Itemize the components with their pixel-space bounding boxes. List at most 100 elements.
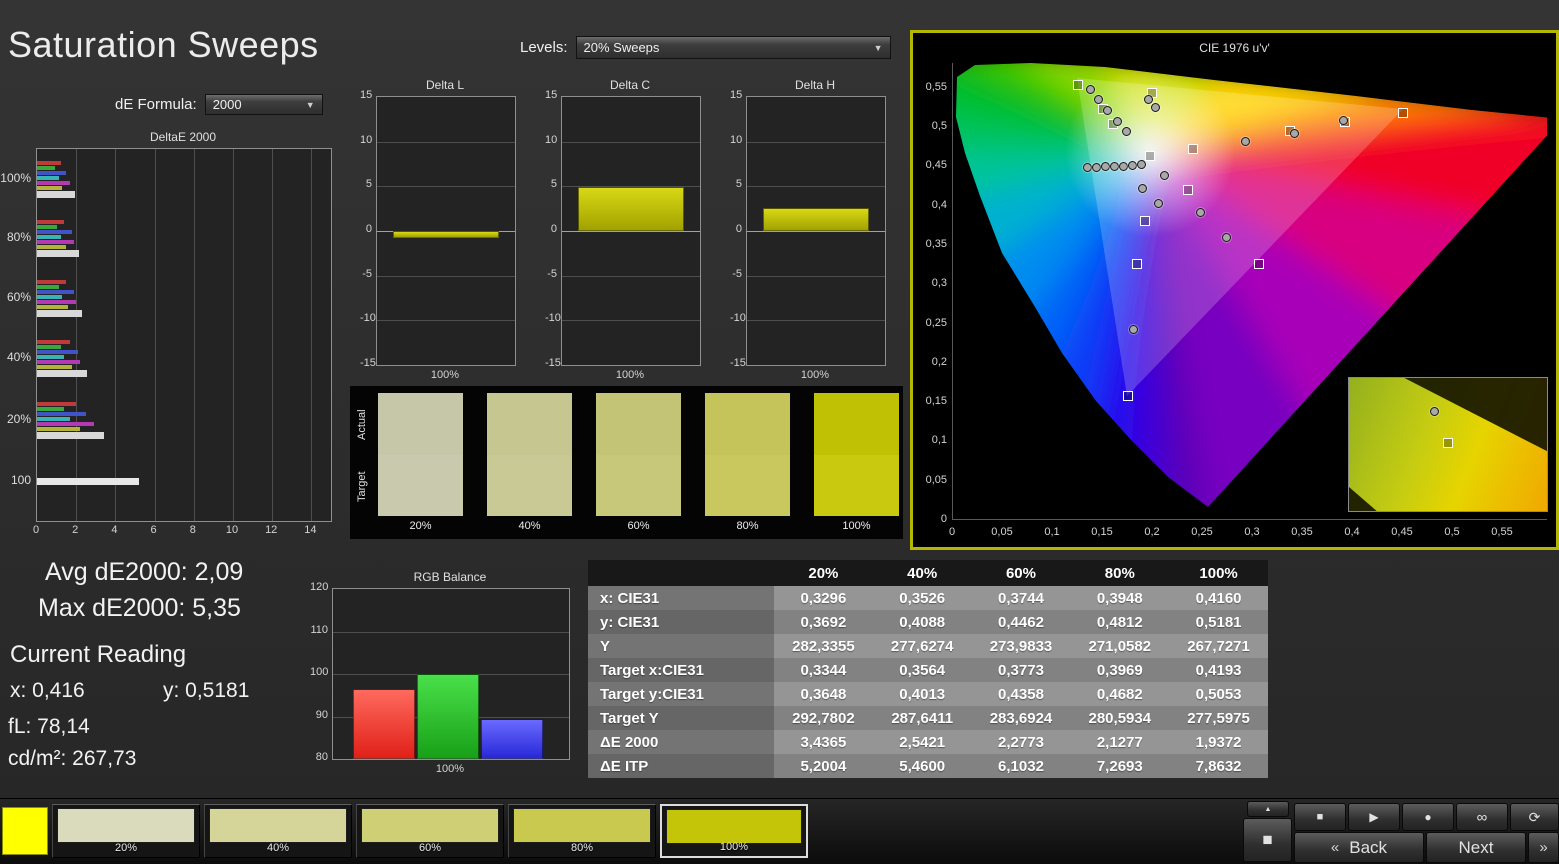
table-row-label: x: CIE31: [588, 586, 774, 610]
saturation-swatch-button-20%[interactable]: 20%: [52, 804, 200, 858]
record-button[interactable]: ●: [1402, 803, 1454, 831]
app-window: Saturation Sweeps dE Formula: 2000 ▼ Lev…: [0, 0, 1559, 864]
chevrons-left-icon: «: [1330, 839, 1340, 856]
y-tick-label: 20%: [6, 412, 31, 426]
back-button[interactable]: « Back: [1294, 832, 1424, 863]
table-cell: 0,3526: [872, 586, 972, 610]
actual-swatch: [487, 393, 572, 455]
swatch-color: [361, 808, 499, 843]
inset-measured-marker: [1430, 407, 1440, 417]
target-marker: [1188, 144, 1198, 154]
de-bar: [37, 360, 81, 364]
target-marker: [1123, 390, 1133, 401]
measured-marker: [1137, 159, 1146, 169]
de-bar: [37, 280, 67, 284]
x-tick-label: 0,4: [1344, 526, 1360, 538]
de-formula-value: 2000: [212, 97, 242, 112]
bottom-toolbar: 20% 40% 60% 80% 100% ▲ ■ ■ ▶ ● ∞ ⟳ « Back Ne…: [0, 798, 1559, 864]
swatch-button-label: 20%: [114, 842, 138, 854]
table-cell: 1,9372: [1169, 730, 1268, 754]
saturation-swatch-button-40%[interactable]: 40%: [204, 804, 352, 858]
y-tick-label: 15: [545, 89, 558, 101]
y-tick-label: -5: [732, 267, 742, 280]
saturation-swatch-button-100%[interactable]: 100%: [660, 804, 808, 858]
table-row: x: CIE31 0,3296 0,3526 0,3744 0,3948 0,4160: [588, 586, 1268, 610]
levels-dropdown[interactable]: 20% Sweeps ▼: [575, 36, 891, 59]
levels-label: Levels:: [520, 39, 568, 56]
actual-swatch: [814, 393, 899, 455]
de-bar: [37, 365, 73, 369]
table-cell: 2,1277: [1070, 730, 1170, 754]
y-tick-label: 0,5: [931, 120, 947, 132]
y-tick-label: 40%: [6, 350, 31, 364]
de-bar: [37, 186, 63, 190]
de-bar: [37, 402, 77, 406]
actual-swatch: [596, 393, 681, 455]
gridline: [115, 149, 117, 521]
stop-measure-button[interactable]: ■: [1243, 818, 1292, 862]
table-cell: 0,4088: [872, 610, 972, 634]
up-button[interactable]: ▲: [1247, 801, 1289, 817]
loop-button[interactable]: ∞: [1456, 803, 1508, 831]
rgb-balance-chart: RGB Balance 120 110 100 90 80 100%: [310, 570, 582, 786]
de-bar: [37, 305, 69, 309]
red-bar: [353, 688, 415, 759]
stop-button[interactable]: ■: [1294, 803, 1346, 831]
de-formula-dropdown[interactable]: 2000 ▼: [204, 94, 323, 115]
blue-bar: [481, 718, 543, 759]
de-formula-control: dE Formula: 2000 ▼: [115, 94, 323, 115]
x-tick-label: 10: [225, 524, 239, 536]
de-bar: [37, 417, 71, 421]
next-button[interactable]: Next: [1426, 832, 1526, 863]
next-page-button[interactable]: »: [1528, 832, 1559, 863]
green-bar: [417, 674, 479, 759]
x-tick-label: 0,3: [1244, 526, 1260, 538]
actual-swatch: [705, 393, 790, 455]
gridline: [377, 320, 515, 322]
y-tick-label: 0,25: [925, 316, 947, 329]
stop-icon: ■: [1316, 811, 1324, 823]
delta-l-title: Delta L: [425, 78, 465, 92]
saturation-data-table: 20% 40% 60% 80% 100% x: CIE31 0,3296 0,3526 0,37…: [588, 560, 1268, 778]
inset-target-marker: [1443, 438, 1453, 449]
target-marker: [1398, 107, 1408, 118]
saturation-swatch-button-60%[interactable]: 60%: [356, 804, 504, 858]
table-cell: 0,4462: [971, 610, 1071, 634]
swatch-label: 80%: [736, 520, 759, 532]
levels-control: Levels: 20% Sweeps ▼: [520, 36, 891, 59]
de-bar: [37, 345, 61, 349]
de-bar: [37, 422, 94, 426]
rgb-balance-title: RGB Balance: [413, 570, 487, 584]
table-row: ΔE ITP 5,2004 5,4600 6,1032 7,2693 7,8632: [588, 754, 1268, 778]
target-marker: [1140, 216, 1150, 227]
y-tick-label: 110: [310, 623, 328, 636]
saturation-level-buttons: 20% 40% 60% 80% 100%: [52, 804, 812, 860]
y-tick-label: 80: [315, 751, 328, 763]
table-row: Y 282,3355 277,6274 273,9833 271,0582 267,727…: [588, 634, 1268, 658]
swatch-label: 60%: [627, 520, 650, 532]
y-tick-label: -15: [545, 357, 561, 369]
x-tick-label: 2: [72, 524, 79, 536]
measured-marker: [1113, 116, 1122, 126]
de-bar: [37, 310, 82, 317]
de-bar: [37, 295, 63, 299]
next-label: Next: [1458, 837, 1494, 857]
deltae-chart-title: DeltaE 2000: [149, 130, 217, 144]
y-tick-label: 5: [550, 178, 557, 191]
de-bar: [37, 350, 79, 354]
table-cell: 0,4812: [1070, 610, 1170, 634]
x-axis-label: 100%: [430, 369, 460, 381]
target-swatch: [705, 455, 790, 516]
y-tick-label: 100: [310, 666, 329, 678]
y-tick-label: 0,3: [931, 277, 947, 290]
play-button[interactable]: ▶: [1348, 803, 1400, 831]
deltae-chart: DeltaE 2000 0 2 4 6 8 10 12 14 100% 80% 60% 40% 20% 1…: [0, 130, 345, 540]
refresh-button[interactable]: ⟳: [1510, 803, 1559, 831]
x-tick-label: 8: [189, 524, 196, 536]
de-bar: [37, 191, 76, 198]
table-row: Target x:CIE31 0,3344 0,3564 0,3773 0,3969 0,…: [588, 658, 1268, 682]
delta-c-title: Delta C: [609, 78, 650, 92]
saturation-swatch-button-80%[interactable]: 80%: [508, 804, 656, 858]
gridline: [747, 320, 885, 322]
de-bar: [37, 235, 61, 239]
